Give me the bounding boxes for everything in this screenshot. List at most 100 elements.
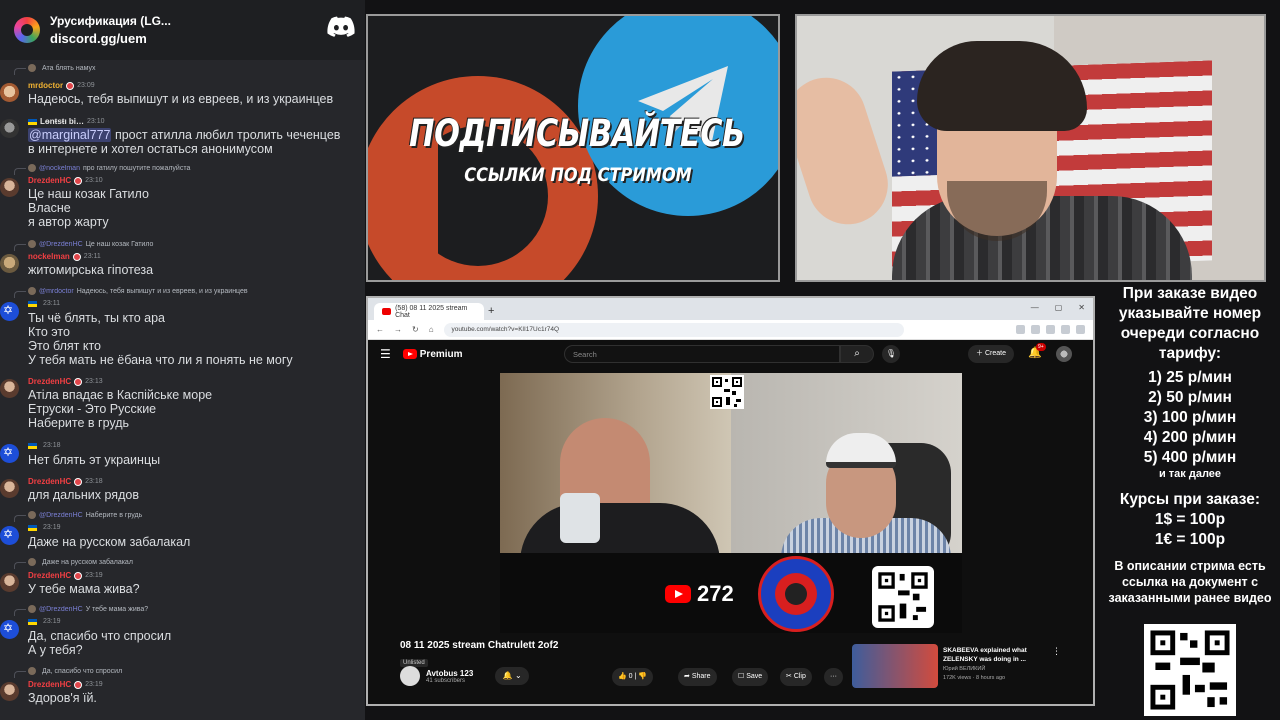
new-tab-button[interactable]: + [488, 305, 494, 320]
url-field[interactable]: youtube.com/watch?v=KlI17Uc1r74Q [443, 322, 904, 337]
extensions-area [1016, 325, 1085, 334]
role-badge-icon [74, 571, 83, 580]
reply-avatar [28, 164, 36, 172]
message-text: А у тебя? [28, 643, 83, 657]
user-avatar[interactable] [0, 254, 19, 273]
flag-icon [28, 118, 37, 125]
user-avatar[interactable] [1056, 346, 1072, 362]
recommended-thumbnail[interactable] [852, 644, 938, 688]
reply-reference[interactable]: @DrezdenHC У тебе мама жива? [28, 605, 148, 613]
user-avatar[interactable] [0, 119, 19, 138]
message-header: 23:19 [28, 524, 61, 531]
more-actions-button[interactable]: ··· [824, 668, 843, 686]
reply-reference[interactable]: Ата блять намух [28, 64, 96, 72]
reload-icon[interactable]: ↻ [412, 325, 419, 334]
reply-connector [14, 168, 26, 175]
reply-reference[interactable]: Даже на русском забалакал [28, 558, 133, 566]
share-button[interactable]: ➦ Share [678, 668, 717, 686]
extension-icon[interactable] [1031, 325, 1040, 334]
username[interactable]: DrezdenHC [28, 176, 71, 185]
user-avatar[interactable] [0, 573, 19, 592]
user-avatar[interactable] [0, 178, 19, 197]
user-mention[interactable]: @marginal777 [28, 128, 112, 142]
timestamp: 23:19 [85, 572, 103, 579]
youtube-logo[interactable]: Premium [402, 349, 463, 360]
youtube-header: ☰ Premium Search ⌕ 🎙 ＋ Create 🔔 9+ [368, 340, 1093, 368]
reply-reference[interactable]: @nockelman про гатилу пошутите пожалуйста [28, 164, 190, 172]
user-avatar[interactable] [0, 526, 19, 545]
reply-connector [14, 671, 26, 678]
chat-header: Урусификация (LG... discord.gg/uem [0, 0, 365, 60]
profile-icon[interactable] [1076, 325, 1085, 334]
subscription-bell-toggle[interactable]: 🔔 ⌄ [495, 667, 530, 685]
maximize-icon[interactable]: ▢ [1055, 303, 1063, 312]
username[interactable]: nockelman [28, 252, 70, 261]
video-player[interactable]: 272 [500, 373, 962, 633]
close-icon[interactable]: ✕ [1078, 303, 1085, 312]
clip-label: Clip [793, 673, 806, 680]
reply-reference[interactable]: @mrdoctor Надеюсь, тебя выпишут и из евре… [28, 287, 248, 295]
create-button[interactable]: ＋ Create [968, 345, 1014, 363]
extension-icon[interactable] [1046, 325, 1055, 334]
role-badge-icon [72, 252, 81, 261]
promo-subtitle: ССЫЛКИ ПОД СТРИМОМ [464, 164, 692, 186]
username[interactable]: DrezdenHC [28, 680, 71, 689]
reply-text: Даже на русском забалакал [42, 558, 133, 566]
forward-icon[interactable]: → [394, 325, 402, 334]
window-controls: — ▢ ✕ [1031, 303, 1085, 312]
username[interactable]: DrezdenHC [28, 477, 71, 486]
reply-connector [14, 244, 26, 251]
extension-icon[interactable] [1061, 325, 1070, 334]
username[interactable]: DrezdenHC [28, 571, 71, 580]
user-avatar[interactable] [0, 479, 19, 498]
username[interactable]: Lѳnŧsŧı bi… [40, 117, 84, 126]
reply-reference[interactable]: Да, спасибо что спросил [28, 667, 122, 675]
channel-row: Avtobus 123 41 subscribers 🔔 ⌄ [400, 666, 530, 686]
user-avatar[interactable] [0, 83, 19, 102]
viewer-count-value: 272 [697, 581, 734, 606]
reply-author: @mrdoctor [39, 287, 74, 295]
reply-connector [14, 291, 26, 298]
role-badge-icon [74, 377, 83, 386]
home-icon[interactable]: ⌂ [429, 325, 434, 334]
participant-right-cap [826, 433, 896, 468]
back-icon[interactable]: ← [376, 325, 384, 334]
minimize-icon[interactable]: — [1031, 303, 1039, 312]
webcam-feed [795, 14, 1266, 282]
extension-icon[interactable] [1016, 325, 1025, 334]
clip-button[interactable]: ✂ Clip [780, 668, 812, 686]
user-avatar[interactable] [0, 379, 19, 398]
role-badge-icon [66, 81, 75, 90]
user-avatar[interactable] [0, 682, 19, 701]
timestamp: 23:19 [43, 524, 61, 531]
reply-reference[interactable]: @DrezdenHC Наберите в грудь [28, 511, 142, 519]
user-avatar[interactable] [0, 444, 19, 463]
hamburger-menu-icon[interactable]: ☰ [380, 347, 391, 361]
user-avatar[interactable] [0, 302, 19, 321]
tab-youtube[interactable]: (58) 08 11 2025 stream Chat [374, 303, 484, 320]
username[interactable]: mrdoctor [28, 81, 63, 90]
cup [560, 493, 600, 543]
username[interactable]: DrezdenHC [28, 377, 71, 386]
message-text: Власне [28, 201, 71, 215]
message-header: 23:11 [28, 300, 60, 307]
user-avatar[interactable] [0, 620, 19, 639]
reply-avatar [28, 605, 36, 613]
recommended-title[interactable]: SKABEEVA explained what ZELENSKY was doi… [943, 646, 1043, 664]
search-input[interactable]: Search [564, 345, 840, 363]
reply-text: Наберите в грудь [85, 511, 143, 519]
channel-name[interactable]: Avtobus 123 [426, 669, 473, 678]
message-text: Етруски - Это Русские [28, 402, 157, 416]
save-button[interactable]: ☐ Save [732, 668, 769, 686]
recommended-video[interactable]: SKABEEVA explained what ZELENSKY was doi… [852, 644, 1061, 688]
channel-avatar[interactable] [400, 666, 420, 686]
message-text: житомирська гіпотеза [28, 263, 154, 277]
like-button[interactable]: 👍 0 | 👎 [612, 668, 654, 686]
search-icon[interactable]: ⌕ [840, 345, 874, 363]
more-options-icon[interactable]: ⋮ [1052, 646, 1061, 657]
microphone-icon[interactable]: 🎙 [882, 345, 900, 363]
timestamp: 23:11 [43, 300, 60, 307]
message-text: Це наш козак Гатило [28, 187, 149, 201]
flag-icon [28, 524, 37, 531]
reply-reference[interactable]: @DrezdenHC Це наш козак Гатило [28, 240, 153, 248]
